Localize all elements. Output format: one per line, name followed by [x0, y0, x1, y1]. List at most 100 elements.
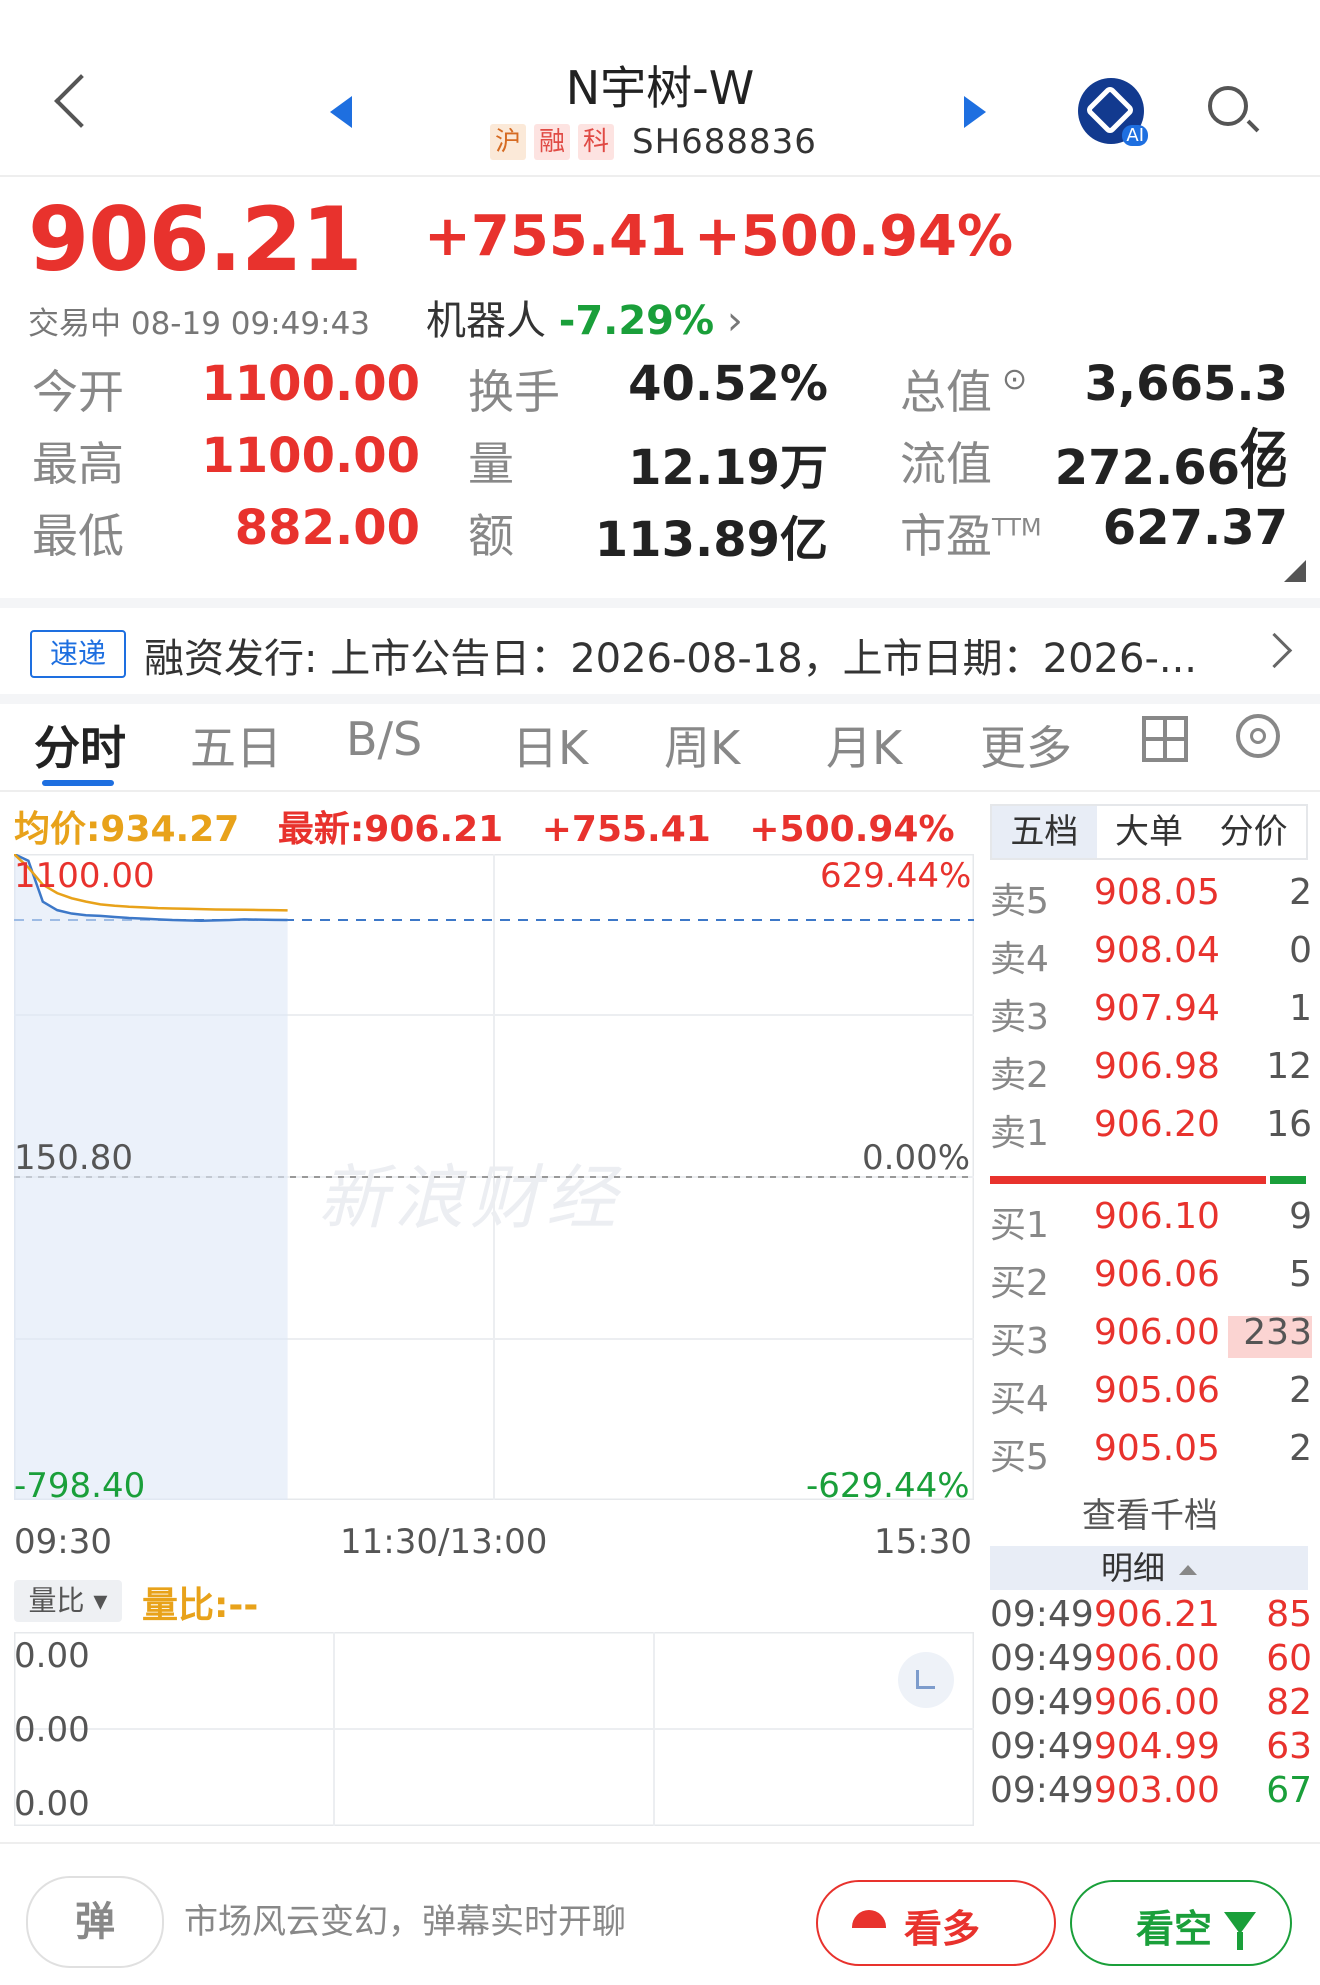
trade-row: 09:49 906.00 60: [990, 1638, 1312, 1682]
x-tick-close: 15:30: [874, 1522, 972, 1562]
low-value: 882.00: [234, 500, 420, 556]
ask-level[interactable]: 卖2 906.98 12: [990, 1046, 1312, 1104]
ai-assistant-icon[interactable]: AI: [1078, 78, 1148, 146]
info-icon[interactable]: ⊙: [1002, 362, 1027, 397]
pct-tick-mid: 0.00%: [862, 1138, 971, 1178]
y-tick-top: 1100.00: [14, 856, 155, 896]
level-price: 906.98: [1094, 1046, 1220, 1087]
low-label: 最低: [32, 509, 124, 563]
bid-level[interactable]: 买3 906.00 233: [990, 1312, 1312, 1370]
level-volume: 233: [1243, 1312, 1312, 1353]
open-value: 1100.00: [201, 356, 420, 412]
ask-level[interactable]: 卖4 908.04 0: [990, 930, 1312, 988]
trade-detail-header[interactable]: 明细: [990, 1546, 1308, 1590]
volume-chart: [14, 1632, 974, 1826]
level-label: 买4: [990, 1379, 1049, 1420]
tab-daily-k[interactable]: 日K: [512, 712, 588, 778]
volume-ratio-label: 量比:--: [142, 1585, 259, 1626]
view-depth-link[interactable]: 查看千档: [990, 1488, 1310, 1537]
sell-pressure-bar: [1270, 1176, 1306, 1184]
trade-volume: 82: [1266, 1682, 1312, 1723]
high-label: 最高: [32, 437, 124, 491]
level-volume: 2: [1289, 1428, 1312, 1469]
trade-volume: 60: [1266, 1638, 1312, 1679]
pct-tick-top: 629.44%: [820, 856, 972, 896]
ask-level[interactable]: 卖3 907.94 1: [990, 988, 1312, 1046]
vol-tick-1: 0.00: [14, 1636, 90, 1676]
search-icon[interactable]: [1208, 86, 1248, 126]
bid-level[interactable]: 买5 905.05 2: [990, 1428, 1312, 1486]
level-price: 906.00: [1094, 1312, 1220, 1353]
tab-more[interactable]: 更多: [980, 712, 1072, 778]
trade-time: 09:49: [990, 1726, 1094, 1767]
back-icon[interactable]: [54, 74, 108, 128]
trade-price: 904.99: [1094, 1726, 1220, 1767]
trade-time: 09:49: [990, 1682, 1094, 1723]
ai-label: AI: [1122, 125, 1148, 146]
volume-ratio-select[interactable]: 量比 ▾: [14, 1580, 122, 1622]
y-tick-bottom: -798.40: [14, 1466, 146, 1506]
tab-monthly-k[interactable]: 月K: [826, 712, 902, 778]
tab-big-orders[interactable]: 大单: [1097, 806, 1202, 858]
sector-change: -7.29%: [558, 298, 715, 344]
bid-level[interactable]: 买4 905.06 2: [990, 1370, 1312, 1428]
x-tick-open: 09:30: [14, 1522, 112, 1562]
amount-value: 113.89亿: [594, 512, 828, 568]
tab-price-dist[interactable]: 分价: [1201, 806, 1306, 858]
vol-tick-2: 0.00: [14, 1710, 90, 1750]
level-volume: 12: [1266, 1046, 1312, 1087]
ask-level[interactable]: 卖1 906.20 16: [990, 1104, 1312, 1162]
prev-stock-icon[interactable]: [330, 96, 352, 128]
trade-volume: 67: [1266, 1770, 1312, 1811]
tag-star: 科: [578, 124, 614, 160]
level-label: 卖1: [990, 1113, 1049, 1154]
level-label: 买1: [990, 1205, 1049, 1246]
bid-level[interactable]: 买1 906.10 9: [990, 1196, 1312, 1254]
active-tab-indicator: [42, 780, 114, 786]
turnover-value: 40.52%: [628, 356, 828, 412]
bid-level[interactable]: 买2 906.06 5: [990, 1254, 1312, 1312]
bottom-bar: 弹 市场风云变幻，弹幕实时开聊 看多 看空: [0, 1842, 1320, 1985]
trade-time: 09:49: [990, 1594, 1094, 1635]
news-badge: 速递: [30, 630, 126, 678]
fullscreen-icon[interactable]: [898, 1652, 954, 1708]
level-price: 906.20: [1094, 1104, 1220, 1145]
expand-corner-icon[interactable]: [1284, 560, 1306, 582]
layout-grid-icon[interactable]: [1142, 716, 1188, 762]
chevron-right-icon: ›: [726, 298, 743, 344]
level-price: 908.04: [1094, 930, 1220, 971]
chart-indicators: 均价:934.27 最新:906.21 +755.41 +500.94%: [14, 800, 981, 852]
next-stock-icon[interactable]: [964, 96, 986, 128]
trade-price: 906.21: [1094, 1594, 1220, 1635]
danmu-input[interactable]: 市场风云变幻，弹幕实时开聊: [184, 1894, 626, 1943]
intraday-chart[interactable]: [14, 854, 974, 1500]
tab-five-day[interactable]: 五日: [190, 712, 282, 778]
level-volume: 5: [1289, 1254, 1312, 1295]
chart-tabs: 分时 五日 B/S 日K 周K 月K 更多: [0, 694, 1320, 792]
bearish-button[interactable]: 看空: [1070, 1880, 1292, 1966]
bearish-label: 看空: [1136, 1907, 1213, 1951]
sector-link[interactable]: 机器人 -7.29% ›: [426, 288, 743, 346]
high-value: 1100.00: [201, 428, 420, 484]
trade-volume: 63: [1266, 1726, 1312, 1767]
stock-name: N宇树-W: [565, 61, 755, 115]
settings-icon[interactable]: [1236, 714, 1280, 758]
mktcap-label: 总值: [900, 365, 992, 419]
latest-change: +755.41: [541, 809, 711, 850]
tag-margin: 融: [534, 124, 570, 160]
chevron-right-icon: [1256, 632, 1293, 669]
ask-level[interactable]: 卖5 908.05 2: [990, 872, 1312, 930]
trade-row: 09:49 906.00 82: [990, 1682, 1312, 1726]
bull-icon: [852, 1910, 886, 1928]
tab-five-levels[interactable]: 五档: [992, 806, 1097, 858]
caret-up-icon: [1179, 1565, 1197, 1575]
tab-intraday[interactable]: 分时: [34, 712, 126, 778]
buy-pressure-bar: [990, 1176, 1266, 1184]
sector-name: 机器人: [426, 298, 546, 344]
bullish-button[interactable]: 看多: [816, 1880, 1056, 1966]
tab-bs[interactable]: B/S: [346, 712, 422, 766]
news-ticker[interactable]: 速递 融资发行: 上市公告日：2026-08-18，上市日期：2026-...: [0, 598, 1320, 704]
trade-volume: 85: [1266, 1594, 1312, 1635]
danmu-toggle-icon[interactable]: 弹: [26, 1876, 164, 1968]
tab-weekly-k[interactable]: 周K: [664, 712, 740, 778]
